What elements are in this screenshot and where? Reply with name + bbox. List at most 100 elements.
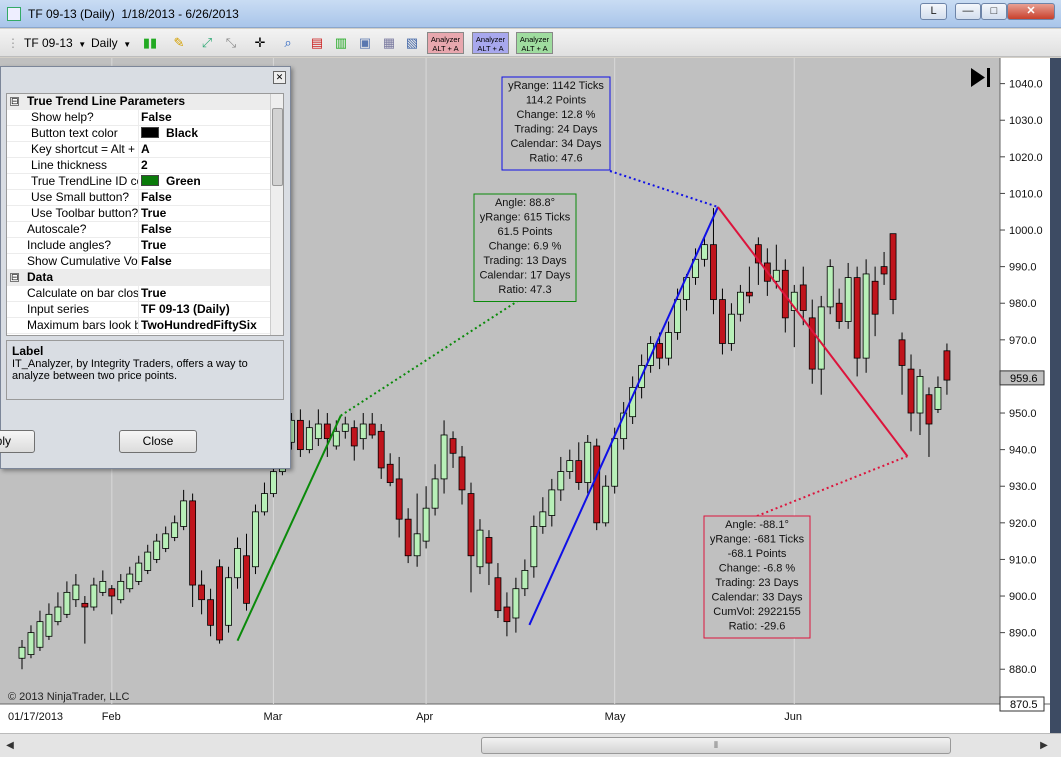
property-value[interactable]: False xyxy=(141,222,172,237)
help-title: Label xyxy=(12,344,44,358)
candle-body xyxy=(728,313,735,344)
property-row[interactable]: Use Small button? False xyxy=(7,190,270,206)
candle-body xyxy=(368,423,376,436)
candle-body xyxy=(611,438,619,487)
blue-annotation-line: Ratio: 47.6 xyxy=(529,153,582,165)
property-value[interactable]: TwoHundredFiftySix xyxy=(141,318,257,333)
property-row[interactable]: Key shortcut = Alt + A xyxy=(7,142,270,158)
close-button[interactable]: Close xyxy=(119,430,197,453)
collapse-icon[interactable]: ⊟ xyxy=(10,97,19,106)
analyzer-blue-label: Analyzer xyxy=(475,35,506,44)
property-value[interactable]: False xyxy=(141,254,172,269)
property-value-text: True xyxy=(141,286,167,300)
order-panel-icon[interactable]: ▧ xyxy=(403,34,421,52)
property-value[interactable]: True xyxy=(141,206,166,221)
apply-button[interactable]: Apply xyxy=(0,430,35,453)
candle-body xyxy=(745,291,753,297)
property-row[interactable]: Calculate on bar close True xyxy=(7,286,270,302)
property-row[interactable]: Autoscale? False xyxy=(7,222,270,238)
axis-min-label: 870.5 xyxy=(1010,699,1038,711)
property-row[interactable]: Line thickness 2 xyxy=(7,158,270,174)
minimize-button[interactable]: — xyxy=(955,3,981,20)
analyzer-green-button[interactable]: Analyzer ALT + A xyxy=(516,32,553,54)
crosshair-icon[interactable]: ✛ xyxy=(251,34,269,52)
collapse-icon[interactable]: ⊟ xyxy=(10,273,19,282)
candle-body xyxy=(153,540,161,560)
instrument-selector[interactable]: TF 09-13 ▼ xyxy=(24,34,86,52)
analyzer-green-shortcut: ALT + A xyxy=(521,44,548,53)
scroll-left-arrow-icon[interactable]: ◀ xyxy=(2,738,18,754)
blue-annotation-line: yRange: 1142 Ticks xyxy=(508,80,604,92)
property-grid-scroll-thumb[interactable] xyxy=(272,108,283,186)
property-grid-scrollbar[interactable] xyxy=(270,94,283,335)
crosshair-tool-icon[interactable]: ⤢ xyxy=(198,34,216,52)
property-value[interactable]: False xyxy=(141,190,172,205)
property-row[interactable]: True TrendLine ID color Green xyxy=(7,174,270,190)
red-annotation-line: -68.1 Points xyxy=(728,548,787,560)
dialog-close-icon[interactable]: ✕ xyxy=(273,71,286,84)
candle-body xyxy=(817,306,825,370)
property-value[interactable]: TF 09-13 (Daily) xyxy=(141,302,230,317)
property-value[interactable]: Green xyxy=(141,174,201,189)
property-label: Calculate on bar close xyxy=(23,286,139,301)
property-label: Input series xyxy=(23,302,139,317)
property-value-text: TF 09-13 (Daily) xyxy=(141,302,230,316)
property-grid[interactable]: ⊟ True Trend Line Parameters Show help? Fal… xyxy=(6,93,284,336)
candle-body xyxy=(530,526,538,568)
candle-body xyxy=(440,434,448,480)
candle-body xyxy=(467,493,475,557)
strategies-icon[interactable]: ▥ xyxy=(332,34,350,52)
property-value-text: TwoHundredFiftySix xyxy=(141,318,257,332)
property-value-text: Black xyxy=(166,126,199,140)
analyzer-blue-button[interactable]: Analyzer ALT + A xyxy=(472,32,509,54)
property-value[interactable]: 2 xyxy=(141,158,148,173)
property-row[interactable]: Input series TF 09-13 (Daily) xyxy=(7,302,270,318)
property-value[interactable]: False xyxy=(141,110,172,125)
property-category-1[interactable]: ⊟ Data xyxy=(7,270,270,286)
candle-body xyxy=(108,588,116,597)
property-row[interactable]: Show help? False xyxy=(7,110,270,126)
pencil-draw-icon[interactable]: ✎ xyxy=(170,34,188,52)
time-axis-label: Mar xyxy=(263,711,282,723)
property-value[interactable]: True xyxy=(141,238,166,253)
candlestick-style-icon[interactable]: ▮▮ xyxy=(141,34,159,52)
zoom-icon[interactable]: ⌕ xyxy=(279,34,297,52)
price-tick-label: 980.0 xyxy=(1009,298,1037,310)
property-row[interactable]: Maximum bars look backTwoHundredFiftySix xyxy=(7,318,270,334)
candle-body xyxy=(377,430,385,469)
property-value[interactable]: True xyxy=(141,286,166,301)
maximize-button[interactable]: □ xyxy=(981,3,1007,20)
candle-body xyxy=(198,584,206,601)
hide-drawing-icon[interactable]: ⤡ xyxy=(222,34,240,52)
property-value[interactable]: A xyxy=(141,142,150,157)
property-value[interactable]: Black xyxy=(141,126,198,141)
property-value-text: 2 xyxy=(141,158,148,172)
candle-body xyxy=(314,423,322,440)
copyright-label: © 2013 NinjaTrader, LLC xyxy=(8,691,129,703)
candle-body xyxy=(458,456,466,491)
property-row[interactable]: Button text color Black xyxy=(7,126,270,142)
chart-properties-icon[interactable]: ▣ xyxy=(356,34,374,52)
red-annotation-line: Angle: -88.1° xyxy=(725,519,789,531)
layout-button[interactable]: L xyxy=(920,3,947,20)
candle-body xyxy=(171,522,179,538)
candle-body xyxy=(162,533,170,549)
blue-annotation-line: Trading: 24 Days xyxy=(514,124,598,136)
candle-body xyxy=(63,591,71,615)
property-category-0[interactable]: ⊟ True Trend Line Parameters xyxy=(7,94,270,110)
property-row[interactable]: Include angles? True xyxy=(7,238,270,254)
candle-body xyxy=(305,427,313,451)
chart-horizontal-scrollbar[interactable]: ◀ ⦀ ▶ xyxy=(0,733,1061,757)
property-row[interactable]: Show Cumulative Vol. False xyxy=(7,254,270,270)
property-row[interactable]: Use Toolbar button? True xyxy=(7,206,270,222)
price-tick-label: 890.0 xyxy=(1009,628,1037,640)
interval-selector[interactable]: Daily ▼ xyxy=(91,34,131,52)
scrollbar-thumb[interactable]: ⦀ xyxy=(481,737,951,754)
analyzer-red-button[interactable]: Analyzer ALT + A xyxy=(427,32,464,54)
indicators-icon[interactable]: ▤ xyxy=(308,34,326,52)
data-box-icon[interactable]: ▦ xyxy=(380,34,398,52)
candle-body xyxy=(898,339,906,366)
close-window-button[interactable]: ✕ xyxy=(1007,3,1055,20)
scroll-right-arrow-icon[interactable]: ▶ xyxy=(1036,738,1052,754)
price-tick-label: 1030.0 xyxy=(1009,115,1043,127)
